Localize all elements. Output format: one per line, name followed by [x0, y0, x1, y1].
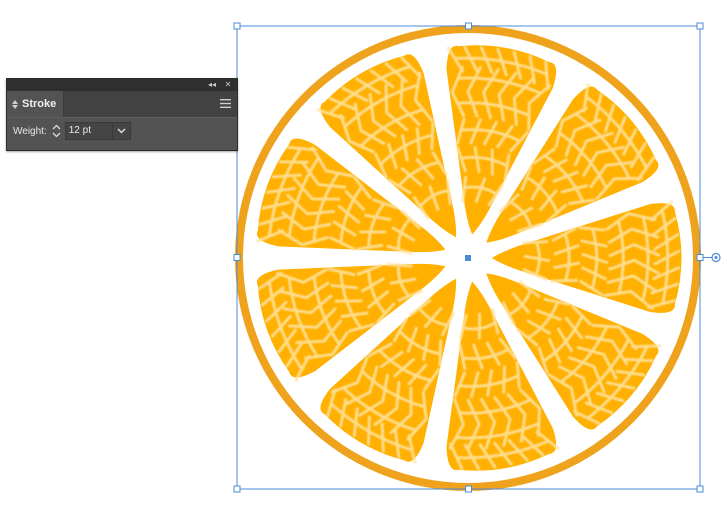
resize-handle[interactable]	[696, 254, 704, 261]
weight-row: Weight: 12 pt	[7, 119, 237, 143]
weight-dropdown-button[interactable]	[112, 122, 131, 140]
close-icon[interactable]: ✕	[221, 79, 235, 91]
tab-stroke[interactable]: Stroke	[7, 91, 64, 117]
panel-tab-row: Stroke	[7, 91, 237, 118]
resize-handle[interactable]	[233, 254, 241, 261]
resize-handle[interactable]	[233, 22, 241, 30]
weight-label: Weight:	[13, 125, 47, 137]
artboard-canvas[interactable]	[0, 0, 727, 506]
weight-input[interactable]: 12 pt	[64, 122, 113, 140]
double-chevron-left-icon[interactable]: ◂◂	[205, 79, 219, 91]
tab-stroke-label: Stroke	[22, 98, 57, 110]
stroke-panel: ◂◂ ✕ Stroke Weight: 12 pt	[6, 78, 238, 151]
resize-handle[interactable]	[465, 485, 472, 493]
chevron-down-icon[interactable]	[52, 132, 61, 138]
resize-handle[interactable]	[696, 485, 704, 493]
chevron-down-icon	[117, 128, 126, 134]
up-down-stepper-icon	[12, 99, 18, 109]
center-point-marker	[465, 255, 471, 261]
panel-titlebar[interactable]: ◂◂ ✕	[7, 79, 237, 91]
resize-handle[interactable]	[465, 22, 472, 30]
resize-handle[interactable]	[696, 22, 704, 30]
weight-stepper[interactable]	[51, 121, 63, 141]
resize-handle[interactable]	[233, 485, 241, 493]
chevron-up-icon[interactable]	[52, 124, 61, 130]
hamburger-menu-icon[interactable]	[220, 99, 231, 108]
rotate-handle-dot	[714, 256, 718, 259]
